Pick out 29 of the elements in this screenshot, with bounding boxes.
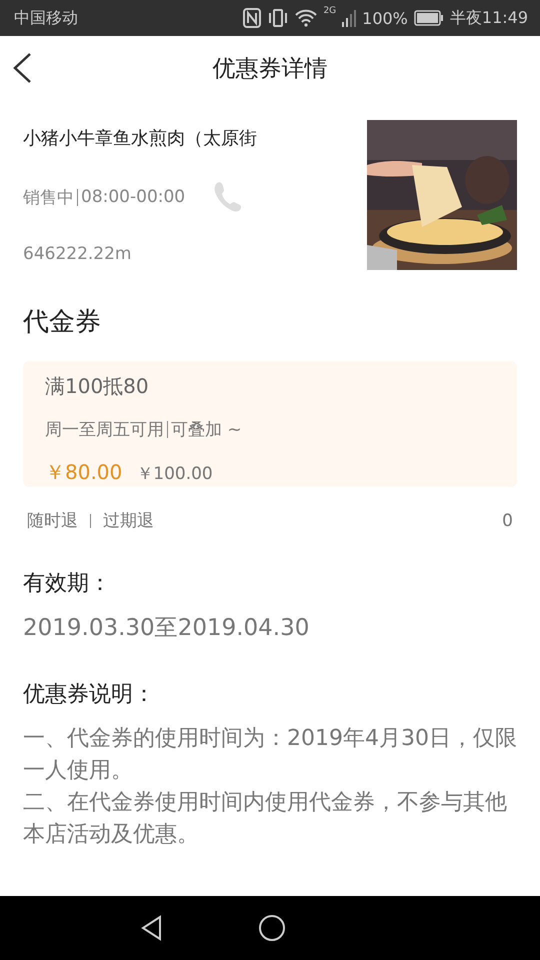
validity-dates: 2019.03.30至2019.04.30 bbox=[23, 614, 310, 643]
stackable-note: 可叠加 ~ bbox=[171, 419, 242, 441]
section-title: 有效期： bbox=[23, 570, 112, 598]
coupon-title: 满100抵80 bbox=[45, 373, 150, 400]
nfc-icon bbox=[243, 8, 262, 28]
home-icon[interactable] bbox=[258, 914, 286, 942]
section-title: 优惠券说明： bbox=[23, 681, 156, 709]
battery-icon bbox=[414, 10, 444, 26]
battery-percent: 100% bbox=[362, 8, 408, 28]
description-paragraph: 二、在代金券使用时间内使用代金券，不参与其他本店活动及优惠。 bbox=[23, 789, 508, 849]
refund-option: 过期退 bbox=[103, 509, 154, 532]
wifi-icon bbox=[295, 9, 318, 27]
sale-status: 销售中 bbox=[23, 186, 74, 208]
shop-name: 小猪小牛章鱼水煎肉（太原街 bbox=[23, 127, 258, 150]
section-title: 代金券 bbox=[23, 306, 102, 339]
sold-count: 0 bbox=[502, 510, 513, 530]
clock: 半夜11:49 bbox=[450, 8, 528, 28]
shop-distance: 646222.22m bbox=[23, 244, 132, 264]
vibrate-icon bbox=[267, 8, 290, 28]
carrier-name: 中国移动 bbox=[14, 8, 78, 28]
description-paragraph: 一、代金券的使用时间为：2019年4月30日，仅限一人使用。 bbox=[23, 725, 517, 785]
signal-icon bbox=[342, 9, 356, 27]
original-price: ￥100.00 bbox=[136, 463, 213, 485]
usage-terms: 周一至周五可用 bbox=[45, 419, 164, 441]
refund-option: 随时退 bbox=[27, 509, 78, 532]
network-type: 2G bbox=[323, 6, 336, 16]
coupon-price: ￥80.00 bbox=[45, 459, 122, 486]
page-title: 优惠券详情 bbox=[212, 54, 328, 84]
business-hours: 08:00-00:00 bbox=[81, 187, 186, 207]
